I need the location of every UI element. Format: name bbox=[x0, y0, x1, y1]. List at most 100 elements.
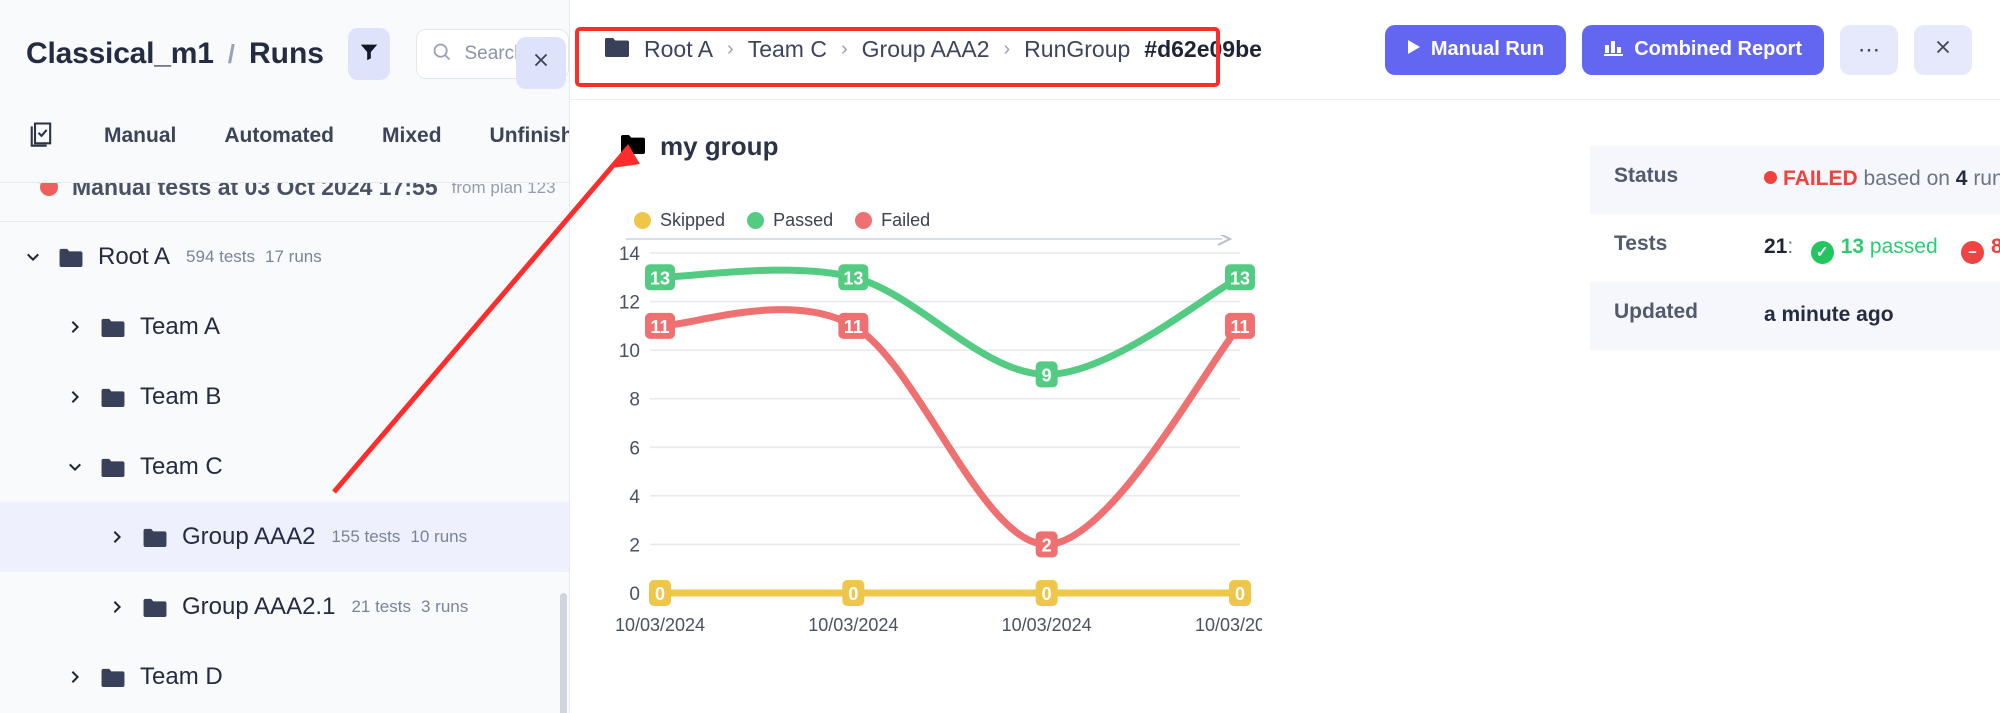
status-runs-word: runs with bbox=[1973, 167, 2000, 190]
svg-text:4: 4 bbox=[629, 487, 640, 508]
svg-text:9: 9 bbox=[1042, 365, 1052, 385]
legend-item-passed[interactable]: Passed bbox=[747, 210, 833, 231]
tree-node-root-a[interactable]: Root A 594 tests 17 runs bbox=[0, 222, 569, 292]
tests-passed-count: 13 bbox=[1840, 235, 1865, 258]
svg-text:13: 13 bbox=[650, 268, 670, 288]
svg-text:2: 2 bbox=[1042, 535, 1052, 555]
tree-node-tests: 155 tests bbox=[331, 527, 401, 546]
data-point-label: 11 bbox=[1225, 312, 1255, 339]
close-icon bbox=[1932, 36, 1954, 64]
search-clear-button[interactable] bbox=[516, 37, 566, 89]
left-panel-header: Classical_m1 / Runs Search bbox=[0, 0, 569, 80]
legend-item-failed[interactable]: Failed bbox=[855, 210, 930, 231]
chevron-right-icon[interactable] bbox=[104, 598, 130, 616]
tab-automated[interactable]: Automated bbox=[224, 124, 334, 148]
info-value-status: FAILED based on 4 runs with realistic st… bbox=[1764, 164, 2000, 194]
runs-trend-chart: 0 2 4 6 8 10 12 14 0 0 0 0 13 13 9 13 11 11 2 11 10/03/2024 1… bbox=[602, 232, 1285, 660]
tab-manual[interactable]: Manual bbox=[104, 124, 176, 148]
tab-unfinished[interactable]: Unfinish bbox=[490, 124, 569, 148]
info-label-status: Status bbox=[1614, 164, 1679, 187]
tree-node-team-a[interactable]: Team A bbox=[0, 292, 569, 362]
tree-node-group-aaa2[interactable]: Group AAA2 155 tests 10 runs bbox=[0, 502, 569, 572]
legend-label: Skipped bbox=[660, 210, 726, 230]
filter-button[interactable] bbox=[347, 28, 391, 80]
project-name[interactable]: Classical_m1 bbox=[26, 37, 214, 71]
tree-node-group-aaa2-1[interactable]: Group AAA2.1 21 tests 3 runs bbox=[0, 572, 569, 642]
info-row-tests: Tests 21: ✓13 passed −8 failed bbox=[1590, 214, 2000, 282]
search-icon bbox=[431, 41, 452, 68]
combined-report-button[interactable]: Combined Report bbox=[1582, 24, 1824, 75]
tree-node-meta: 594 tests 17 runs bbox=[186, 247, 322, 267]
close-detail-button[interactable] bbox=[1914, 24, 1972, 75]
tree-node-runs: 3 runs bbox=[420, 597, 469, 616]
breadcrumb-item-team-c[interactable]: Team C bbox=[748, 36, 827, 63]
legend-label: Failed bbox=[881, 210, 931, 230]
chevron-right-icon[interactable] bbox=[62, 388, 88, 406]
bar-chart-icon bbox=[1604, 38, 1624, 62]
svg-text:11: 11 bbox=[650, 317, 669, 337]
minus-circle-icon: − bbox=[1960, 241, 1984, 265]
svg-text:2: 2 bbox=[629, 535, 640, 556]
more-options-button[interactable]: ⋯ bbox=[1840, 24, 1898, 75]
info-label-tests: Tests bbox=[1614, 232, 1668, 255]
combined-report-label: Combined Report bbox=[1634, 38, 1802, 60]
runs-tab-bar: Manual Automated Mixed Unfinish bbox=[0, 80, 569, 152]
filter-icon bbox=[358, 41, 380, 68]
chevron-right-icon[interactable] bbox=[62, 668, 88, 686]
status-based-on: based on bbox=[1863, 167, 1950, 190]
legend-color-dot bbox=[747, 212, 765, 229]
tree-node-team-b[interactable]: Team B bbox=[0, 362, 569, 432]
info-value-updated: a minute ago bbox=[1764, 303, 1894, 327]
chevron-right-icon[interactable] bbox=[104, 528, 130, 546]
folder-icon bbox=[100, 387, 126, 408]
breadcrumb-arrow-1: › bbox=[727, 38, 734, 60]
close-icon bbox=[530, 49, 552, 78]
detail-header: Root A › Team C › Group AAA2 › RunGroup … bbox=[570, 0, 2000, 100]
data-point-label: 13 bbox=[645, 264, 675, 291]
tree-node-label: Team B bbox=[140, 383, 222, 410]
tree-scrollbar[interactable] bbox=[560, 593, 567, 713]
app-root: Classical_m1 / Runs Search Manual Automa… bbox=[0, 0, 2000, 713]
svg-text:0: 0 bbox=[1042, 584, 1052, 604]
data-point-label: 11 bbox=[838, 312, 869, 339]
svg-text:0: 0 bbox=[1235, 584, 1245, 604]
breadcrumb-item-group-aaa2[interactable]: Group AAA2 bbox=[862, 36, 990, 63]
run-group-info-table: Status FAILED based on 4 runs with reali… bbox=[1590, 146, 2000, 351]
svg-text:8: 8 bbox=[629, 390, 640, 411]
tests-passed-word: passed bbox=[1869, 235, 1938, 258]
chevron-right-icon[interactable] bbox=[62, 318, 88, 336]
detail-actions: Manual Run Combined Report ⋯ bbox=[1384, 24, 1972, 75]
folder-icon bbox=[604, 36, 630, 63]
run-group-detail-panel: Root A › Team C › Group AAA2 › RunGroup … bbox=[570, 0, 2000, 713]
svg-text:11: 11 bbox=[1230, 317, 1249, 337]
status-dot-icon bbox=[1764, 171, 1777, 184]
checklist-icon[interactable] bbox=[28, 120, 56, 153]
data-point-label: 13 bbox=[1225, 264, 1255, 291]
page-title: Runs bbox=[248, 37, 324, 70]
tree-node-team-c[interactable]: Team C bbox=[0, 432, 569, 502]
detail-body: my group Skipped Passed Failed 0 2 4 6 8 10 12 14… bbox=[570, 100, 2000, 660]
breadcrumb-item-rungroup: RunGroup bbox=[1024, 36, 1131, 62]
run-list-item-partial[interactable]: Manual tests at 03 Oct 2024 17:55 from p… bbox=[0, 183, 569, 207]
data-point-label: 11 bbox=[645, 312, 675, 339]
tab-mixed[interactable]: Mixed bbox=[382, 124, 442, 148]
tree-node-team-d[interactable]: Team D bbox=[0, 642, 569, 712]
folder-icon bbox=[58, 247, 84, 268]
chevron-down-icon[interactable] bbox=[20, 248, 46, 266]
breadcrumb-item-root-a[interactable]: Root A bbox=[644, 36, 713, 63]
runs-tree: Manual tests at 03 Oct 2024 17:55 from p… bbox=[0, 183, 569, 713]
folder-icon bbox=[620, 133, 646, 160]
manual-run-button[interactable]: Manual Run bbox=[1384, 24, 1567, 75]
data-point-label: 9 bbox=[1035, 361, 1058, 388]
legend-item-skipped[interactable]: Skipped bbox=[634, 210, 725, 231]
status-word: FAILED bbox=[1783, 167, 1858, 190]
svg-text:12: 12 bbox=[619, 293, 640, 314]
tree-node-label: Root A bbox=[98, 243, 171, 270]
play-icon bbox=[1407, 38, 1421, 61]
chevron-down-icon[interactable] bbox=[62, 458, 88, 476]
x-axis-tick-label: 10/03/2024 bbox=[1002, 615, 1092, 635]
data-point-label: 0 bbox=[649, 580, 671, 606]
chart-svg: 024681012140 0 0 013 1391311 1121110/03/2024 1… bbox=[615, 232, 1285, 635]
svg-text:13: 13 bbox=[843, 268, 863, 288]
tree-node-label: Team C bbox=[140, 453, 223, 480]
